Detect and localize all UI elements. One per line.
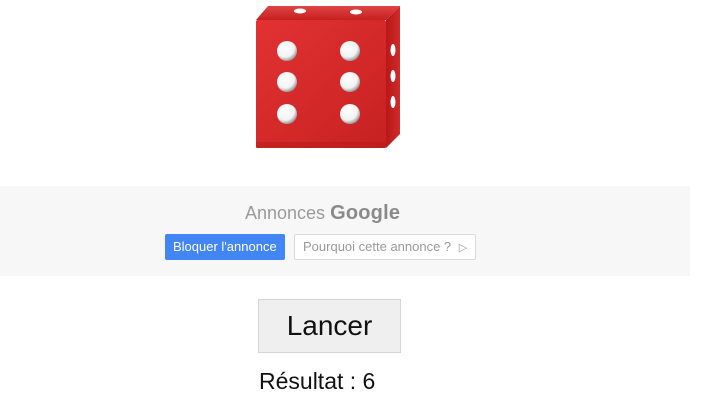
dice <box>252 4 404 150</box>
why-this-ad-button[interactable]: Pourquoi cette annonce ? ▷ <box>294 234 477 260</box>
ad-title: Annonces Google <box>245 202 400 225</box>
roll-button[interactable]: Lancer <box>258 299 401 353</box>
google-logo: Google <box>330 202 401 224</box>
dice-six-icon <box>256 6 400 148</box>
why-this-ad-label: Pourquoi cette annonce ? <box>303 239 452 254</box>
block-ad-button[interactable]: Bloquer l'annonce <box>165 234 285 260</box>
ad-title-prefix: Annonces <box>245 203 326 223</box>
page: Annonces Google Bloquer l'annonce Pourqu… <box>0 0 718 406</box>
ad-panel: Annonces Google Bloquer l'annonce Pourqu… <box>0 186 690 276</box>
info-arrow-icon: ▷ <box>458 242 468 254</box>
result-text: Résultat : 6 <box>259 368 376 394</box>
